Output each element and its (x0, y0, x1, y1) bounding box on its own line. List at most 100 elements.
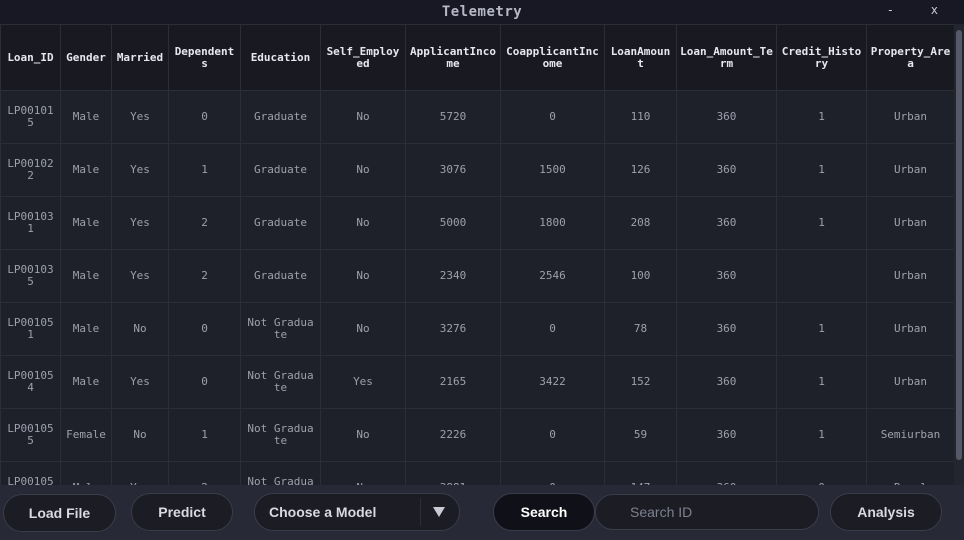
title-bar: Telemetry - x (0, 0, 964, 24)
table-cell: Urban (866, 355, 954, 409)
table-cell: No (320, 196, 406, 250)
table-cell: Yes (320, 355, 406, 409)
table-cell: LP001035 (0, 249, 61, 303)
table-cell: Graduate (240, 196, 321, 250)
table-cell: 2546 (500, 249, 605, 303)
table-cell: Yes (111, 249, 169, 303)
table-cell: 1500 (500, 143, 605, 197)
column-header[interactable]: Dependents (168, 24, 241, 91)
predict-button[interactable]: Predict (131, 493, 233, 531)
chevron-down-icon[interactable] (433, 507, 445, 517)
column-header[interactable]: Married (111, 24, 169, 91)
table-cell: 2165 (405, 355, 501, 409)
table-cell: Urban (866, 249, 954, 303)
table-cell: 1 (776, 196, 867, 250)
data-table-viewport[interactable]: Loan_ID Gender Married Dependents Education S… (0, 24, 954, 485)
table-cell: LP001015 (0, 90, 61, 144)
table-cell: LP001051 (0, 302, 61, 356)
table-cell: Yes (111, 196, 169, 250)
table-cell: 3881 (405, 461, 501, 485)
table-cell: LP001022 (0, 143, 61, 197)
table-cell: 360 (676, 249, 777, 303)
model-select-value: Choose a Model (269, 504, 377, 520)
table-cell: 0 (168, 302, 241, 356)
minimize-icon[interactable]: - (887, 3, 894, 17)
column-header[interactable]: CoapplicantIncome (500, 24, 605, 91)
analysis-button[interactable]: Analysis (830, 493, 942, 531)
table-row[interactable]: LP001031 Male Yes 2 Graduate No 5000 1800 208 360… (0, 196, 954, 250)
data-table: Loan_ID Gender Married Dependents Education S… (0, 24, 954, 485)
table-cell: 1 (168, 408, 241, 462)
search-id-input[interactable] (595, 494, 819, 530)
table-cell: Urban (866, 143, 954, 197)
table-cell: 0 (168, 90, 241, 144)
table-row[interactable]: LP001056MaleYes2Not GraduateNo3881014736… (0, 461, 954, 485)
table-cell: 1800 (500, 196, 605, 250)
table-cell: 1 (776, 408, 867, 462)
table-cell: Male (60, 196, 112, 250)
table-cell: Graduate (240, 143, 321, 197)
column-header[interactable]: LoanAmount (604, 24, 677, 91)
table-row[interactable]: LP001055 Female No 1 Not Graduate No 2226 0 59 36… (0, 408, 954, 462)
table-cell: 0 (500, 302, 605, 356)
table-cell: No (320, 143, 406, 197)
table-cell: 0 (500, 90, 605, 144)
select-divider (420, 498, 421, 526)
table-cell: No (320, 461, 406, 485)
table-cell: 208 (604, 196, 677, 250)
table-row[interactable]: LP001051 Male No 0 Not Graduate No 3276 0 78 360 1… (0, 302, 954, 356)
table-cell: Graduate (240, 249, 321, 303)
table-cell: Not Graduate (240, 302, 321, 356)
table-cell: LP001031 (0, 196, 61, 250)
table-row[interactable]: LP001054 Male Yes 0 Not Graduate Yes 2165 3422 1… (0, 355, 954, 409)
table-cell: 1 (776, 302, 867, 356)
table-cell: 360 (676, 196, 777, 250)
model-select[interactable]: Choose a Model (254, 493, 460, 531)
table-row[interactable]: LP001015 Male Yes 0 Graduate No 5720 0 110 360 1 Ur… (0, 90, 954, 144)
table-cell: 78 (604, 302, 677, 356)
search-button[interactable]: Search (493, 493, 595, 531)
table-cell: 3422 (500, 355, 605, 409)
table-cell: No (111, 408, 169, 462)
table-cell: 0 (776, 461, 867, 485)
table-cell: 1 (776, 90, 867, 144)
table-cell: Yes (111, 90, 169, 144)
table-cell: 1 (776, 355, 867, 409)
close-icon[interactable]: x (931, 3, 938, 17)
column-header[interactable]: Education (240, 24, 321, 91)
table-cell: 0 (500, 461, 605, 485)
column-header[interactable]: Gender (60, 24, 112, 91)
table-row[interactable]: LP001022 Male Yes 1 Graduate No 3076 1500 126 360… (0, 143, 954, 197)
table-cell: Rural (866, 461, 954, 485)
table-cell: No (320, 90, 406, 144)
table-cell: 152 (604, 355, 677, 409)
window-title: Telemetry (441, 4, 523, 20)
table-cell: No (320, 408, 406, 462)
table-cell: Not Graduate (240, 355, 321, 409)
column-header[interactable]: ApplicantIncome (405, 24, 501, 91)
table-cell: Male (60, 461, 112, 485)
table-header-row: Loan_ID Gender Married Dependents Education S… (0, 24, 954, 91)
table-cell: Urban (866, 90, 954, 144)
column-header[interactable]: Loan_Amount_Term (676, 24, 777, 91)
column-header[interactable]: Credit_History (776, 24, 867, 91)
table-cell: LP001054 (0, 355, 61, 409)
table-cell: 2 (168, 196, 241, 250)
table-body: LP001015 Male Yes 0 Graduate No 5720 0 110 360 1 Ur… (0, 90, 954, 485)
scrollbar-thumb[interactable] (956, 30, 962, 460)
table-cell: Graduate (240, 90, 321, 144)
table-cell: 5000 (405, 196, 501, 250)
table-cell: No (320, 249, 406, 303)
column-header[interactable]: Self_Employed (320, 24, 406, 91)
table-cell: 0 (168, 355, 241, 409)
table-cell: LP001056 (0, 461, 61, 485)
table-cell: 360 (676, 355, 777, 409)
column-header[interactable]: Loan_ID (0, 24, 61, 91)
column-header[interactable]: Property_Area (866, 24, 954, 91)
table-row[interactable]: LP001035 Male Yes 2 Graduate No 2340 2546 100 360… (0, 249, 954, 303)
table-cell: Male (60, 249, 112, 303)
load-file-button[interactable]: Load File (3, 494, 116, 532)
table-cell: Yes (111, 355, 169, 409)
table-cell: Yes (111, 143, 169, 197)
table-cell: 110 (604, 90, 677, 144)
